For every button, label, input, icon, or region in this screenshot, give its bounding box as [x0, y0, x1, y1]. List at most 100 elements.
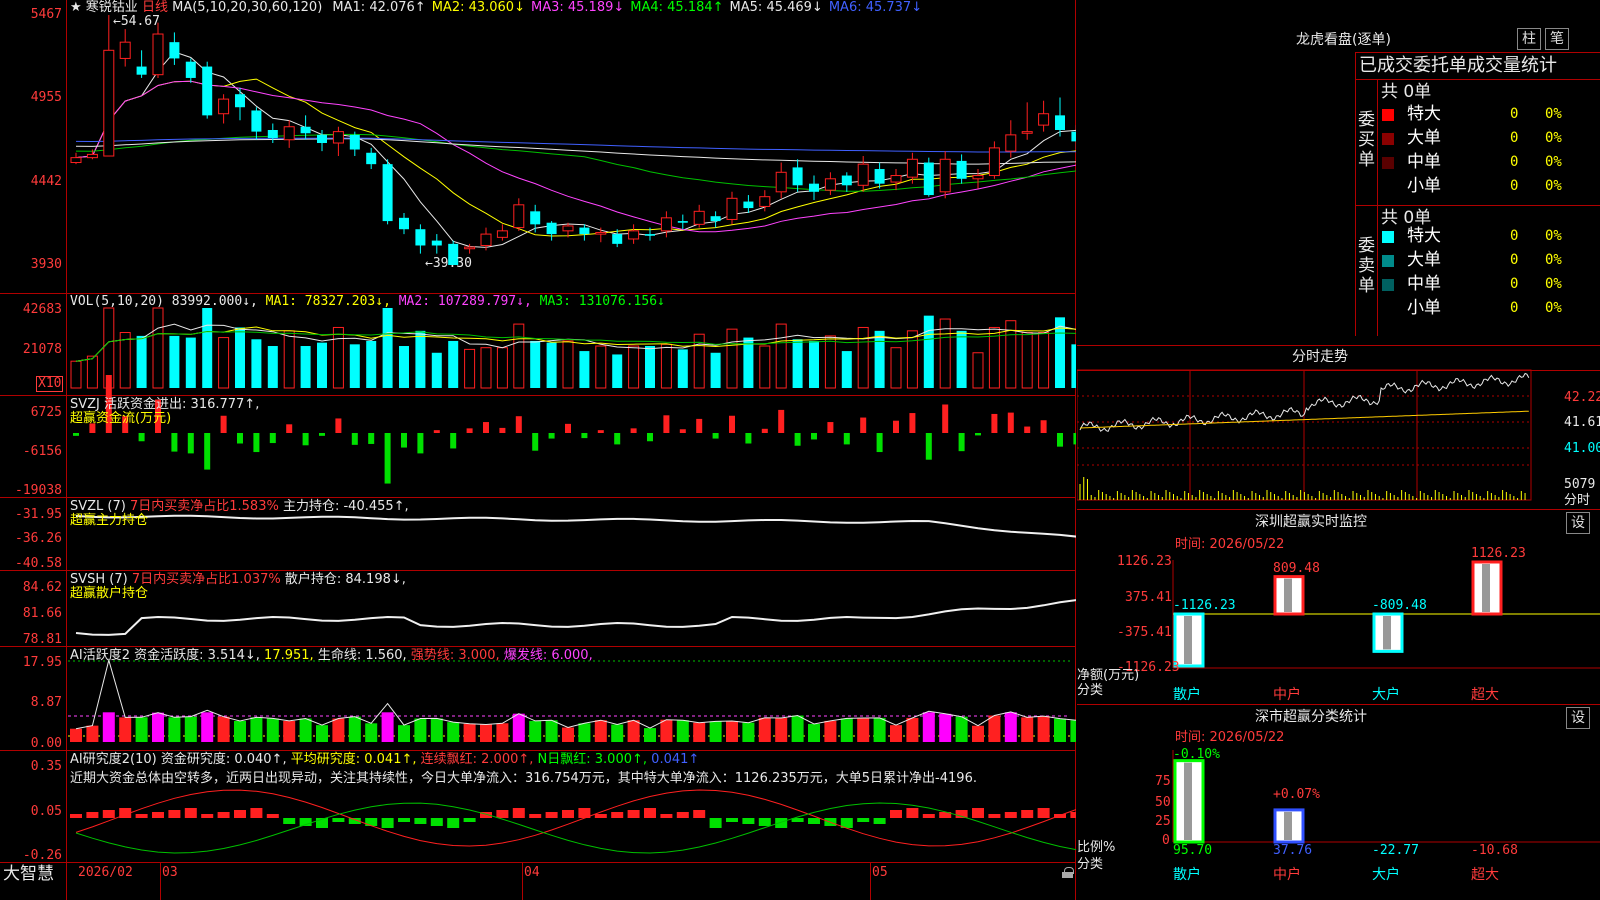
sz-bar-value: -809.48 [1372, 598, 1427, 613]
sz-cat-title: 分类 [1077, 683, 1104, 698]
research-bar [611, 812, 624, 818]
activity-bar [775, 717, 788, 742]
fenshi-chart[interactable] [1077, 0, 1600, 900]
sz-settings-button[interactable]: 设 [1566, 512, 1590, 534]
ai-research-t4: N日飘红: 3.000↑, [537, 752, 648, 767]
candle-body [1038, 113, 1050, 126]
fund-flow-bar [565, 423, 571, 433]
candle-body [415, 229, 426, 246]
cls-bar-value: -22.77 [1372, 843, 1419, 858]
activity-bar [152, 712, 164, 742]
activity-bar [693, 722, 706, 742]
cls-bar-value: 95.70 [1173, 843, 1213, 858]
favorite-star-icon[interactable]: ★ [70, 0, 82, 15]
fund-flow-bar [548, 433, 555, 439]
price-axis-label: 5467 [30, 7, 62, 22]
activity-bar [627, 720, 640, 742]
fund-flow-bar [630, 428, 637, 433]
cls-bar-change: +0.07% [1273, 787, 1320, 802]
research-bar [988, 814, 1001, 818]
candle-body [70, 157, 82, 164]
volume-bar [710, 352, 721, 388]
low-price-label: ←39.30 [425, 256, 472, 271]
volume-bar [169, 335, 180, 388]
stock-name[interactable]: 寒锐钴业 [86, 0, 138, 15]
activity-bar [939, 713, 952, 742]
fund-flow-bar [597, 430, 604, 433]
research-bar [365, 818, 378, 826]
research-bar [873, 818, 886, 824]
activity-bar [430, 718, 443, 742]
ma-line [75, 51, 1076, 248]
fund-flow-bar [417, 433, 424, 454]
volume-bar [841, 351, 852, 388]
activity-bar [1004, 712, 1017, 742]
research-bar [1037, 808, 1050, 818]
svsh-axis-label: 81.66 [22, 606, 62, 621]
cls-bar-change: -0.10% [1173, 747, 1220, 762]
main-chart-area[interactable]: 5467 4955 4442 3930 ★ 寒锐钴业 日线 MA(5,10,20… [0, 0, 1076, 900]
fund-flow-bar [1057, 433, 1063, 447]
research-bar [808, 818, 820, 824]
activity-bar [890, 725, 902, 742]
vol-ma3: MA3: 131076.156↓ [539, 294, 665, 309]
ai-active-header: AI活跃度2 资金活跃度: 3.514↓, 17.951, 生命线: 1.560… [70, 649, 593, 663]
fenshi-axis-label: 41.00 [1564, 441, 1600, 456]
fund-flow-bar [893, 420, 899, 433]
candle-body [283, 126, 295, 141]
fund-flow-bar [975, 433, 981, 436]
sz-bar-shade [1284, 578, 1292, 612]
fund-flow-bar [778, 409, 785, 433]
candle-body [349, 134, 360, 150]
volume-bar [366, 340, 377, 388]
activity-bar [447, 722, 460, 742]
sz-time: 时间: 2026/05/22 [1175, 537, 1285, 552]
volume-bar [956, 330, 967, 388]
divider [1077, 509, 1600, 510]
fund-flow-bar [466, 428, 473, 433]
volume-bar [399, 346, 409, 388]
activity-bar [726, 720, 738, 742]
candle-body [612, 234, 623, 244]
candle-body [546, 222, 557, 235]
activity-bar [512, 713, 525, 742]
cls-settings-button[interactable]: 设 [1566, 707, 1590, 729]
fund-flow-bar [483, 422, 489, 433]
period-label[interactable]: 日线 [142, 0, 168, 15]
ai-active-axis-label: 17.95 [22, 655, 62, 670]
candle-body [759, 196, 771, 207]
sz-category: 中户 [1273, 687, 1301, 703]
sz-bar-value: 1126.23 [1471, 546, 1526, 561]
candle-body [235, 94, 245, 108]
fund-flow-bar [237, 433, 243, 444]
candle-body [645, 234, 655, 236]
activity-bar [217, 716, 230, 742]
volume-bar [70, 360, 82, 389]
price-axis-label: 4955 [30, 90, 62, 105]
ma-item: MA6: 45.737↓ [828, 0, 923, 15]
activity-bar [758, 717, 771, 742]
sz-category: 大户 [1372, 687, 1400, 703]
research-bar [266, 814, 279, 818]
svzl-axis-label: -31.95 [15, 507, 62, 522]
candle-body [890, 175, 902, 183]
volume-bar [579, 351, 590, 388]
fund-flow-bar [319, 433, 325, 436]
candle-body [136, 66, 147, 75]
activity-bar [1021, 717, 1034, 742]
activity-bar [955, 716, 968, 742]
cls-category: 大户 [1372, 867, 1400, 883]
ai-research-axis-label: -0.26 [22, 848, 62, 863]
research-bar [562, 810, 574, 818]
fund-flow-bar [696, 418, 703, 433]
fund-flow-bar [204, 433, 211, 470]
activity-bar [742, 722, 755, 742]
activity-bar [1070, 720, 1076, 742]
activity-bar [480, 724, 492, 742]
research-bar [102, 810, 115, 818]
volume-bar [415, 330, 426, 388]
svzl-axis-label: -36.26 [15, 531, 62, 546]
research-bar [1004, 812, 1017, 818]
activity-bar [906, 717, 919, 742]
candle-body [743, 201, 754, 209]
